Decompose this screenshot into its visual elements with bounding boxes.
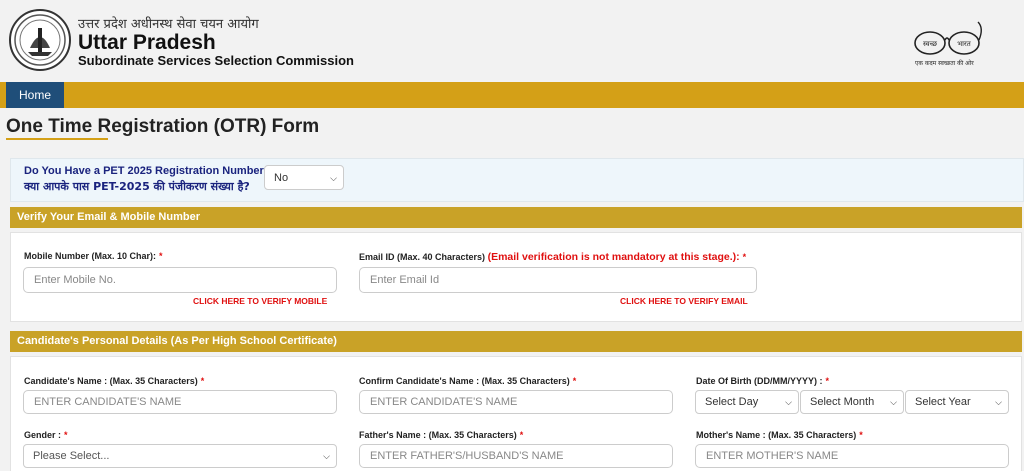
dob-month-select[interactable]: Select Month ⌵ — [800, 390, 904, 414]
chevron-down-icon: ⌵ — [785, 397, 792, 407]
gender-label: Gender : * — [24, 430, 68, 440]
chevron-down-icon: ⌵ — [890, 397, 897, 407]
swachh-tagline: एक कदम स्वच्छता की ओर — [915, 60, 974, 67]
gender-select[interactable]: Please Select... ⌵ — [23, 444, 337, 468]
title-underline — [6, 138, 108, 140]
verify-section-header: Verify Your Email & Mobile Number — [10, 207, 1022, 228]
swachh-left-text: स्वच्छ — [923, 40, 938, 48]
father-name-input[interactable]: ENTER FATHER'S/HUSBAND'S NAME — [359, 444, 673, 468]
confirm-name-input[interactable]: ENTER CANDIDATE'S NAME — [359, 390, 673, 414]
mother-name-label: Mother's Name : (Max. 35 Characters) * — [696, 430, 863, 440]
mobile-label: Mobile Number (Max. 10 Char): * — [24, 251, 163, 261]
email-label: Email ID (Max. 40 Characters) (Email ver… — [359, 251, 747, 263]
dob-label: Date Of Birth (DD/MM/YYYY) : * — [696, 376, 830, 386]
required-marker: * — [64, 430, 68, 440]
email-input[interactable]: Enter Email Id — [359, 267, 757, 293]
dob-year-value: Select Year — [915, 396, 971, 408]
gender-value: Please Select... — [33, 450, 110, 462]
mother-name-input[interactable]: ENTER MOTHER'S NAME — [695, 444, 1009, 468]
dob-day-select[interactable]: Select Day ⌵ — [695, 390, 799, 414]
confirm-name-label: Confirm Candidate's Name : (Max. 35 Char… — [359, 376, 577, 386]
required-marker: * — [825, 376, 830, 386]
chevron-down-icon: ⌵ — [330, 173, 337, 183]
org-subtitle: Subordinate Services Selection Commissio… — [78, 53, 354, 68]
dob-year-select[interactable]: Select Year ⌵ — [905, 390, 1009, 414]
father-name-label: Father's Name : (Max. 35 Characters) * — [359, 430, 524, 440]
up-emblem-logo — [9, 9, 71, 71]
swachh-right-text: भारत — [957, 40, 972, 48]
mobile-input[interactable]: Enter Mobile No. — [23, 267, 337, 293]
chevron-down-icon: ⌵ — [323, 451, 330, 461]
candidate-name-label: Candidate's Name : (Max. 35 Characters) * — [24, 376, 205, 386]
page-title: One Time Registration (OTR) Form — [6, 116, 320, 137]
org-name-hindi: उत्तर प्रदेश अधीनस्थ सेवा चयन आयोग — [78, 17, 259, 32]
verify-email-link[interactable]: CLICK HERE TO VERIFY EMAIL — [620, 296, 748, 306]
personal-section-header: Candidate's Personal Details (As Per Hig… — [10, 331, 1022, 352]
org-title: Uttar Pradesh — [78, 31, 216, 54]
dob-day-value: Select Day — [705, 396, 759, 408]
required-marker: * — [859, 430, 863, 440]
required-marker: * — [519, 430, 524, 440]
pet-select-value: No — [274, 172, 289, 184]
verify-mobile-link[interactable]: CLICK HERE TO VERIFY MOBILE — [193, 296, 327, 306]
email-note: (Email verification is not mandatory at … — [487, 251, 740, 263]
required-marker: * — [572, 376, 577, 386]
chevron-down-icon: ⌵ — [995, 397, 1002, 407]
required-marker: * — [159, 251, 163, 261]
pet-question-hindi: क्या आपके पास PET-2025 की पंजीकरण संख्या… — [24, 180, 250, 193]
nav-home-link[interactable]: Home — [6, 82, 64, 108]
pet-question-english: Do You Have a PET 2025 Registration Numb… — [24, 165, 275, 177]
candidate-name-input[interactable]: ENTER CANDIDATE'S NAME — [23, 390, 337, 414]
required-marker: * — [200, 376, 205, 386]
dob-month-value: Select Month — [810, 396, 875, 408]
pet-registration-select[interactable]: No ⌵ — [264, 165, 344, 190]
required-marker: * — [742, 252, 747, 262]
nav-bar — [0, 82, 1024, 108]
